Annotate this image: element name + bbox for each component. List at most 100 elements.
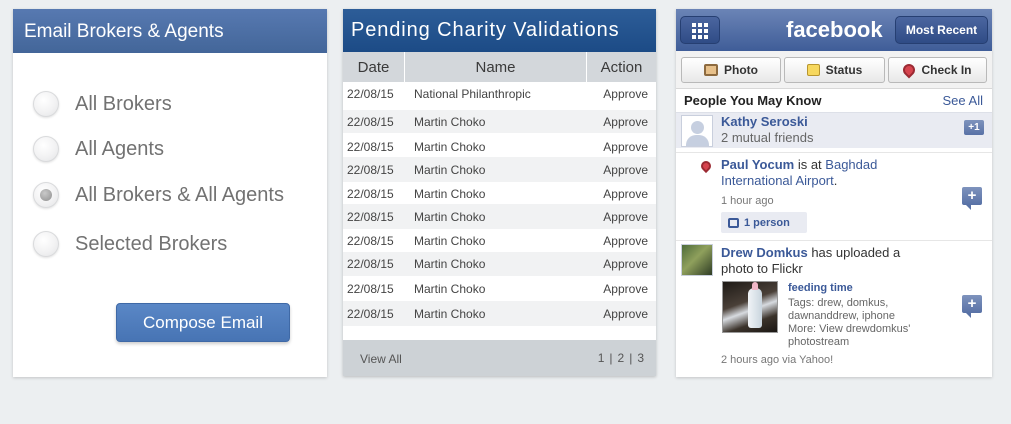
actor-name[interactable]: Paul Yocum — [721, 157, 794, 172]
facebook-panel: facebook Most Recent Photo Status Check … — [676, 9, 992, 377]
grid-menu-icon[interactable] — [680, 16, 720, 44]
add-friend-button[interactable]: +1 — [964, 120, 984, 135]
option-label: All Agents — [75, 137, 164, 160]
option-all-brokers-and-agents[interactable]: All Brokers & All Agents — [33, 182, 284, 208]
feed-story-checkin: Paul Yocum is at Baghdad International A… — [676, 152, 992, 240]
photo-label: Photo — [724, 63, 758, 77]
compose-email-button[interactable]: Compose Email — [116, 303, 290, 342]
row-date: 22/08/15 — [347, 187, 394, 201]
bottle-image — [748, 282, 762, 328]
approve-link[interactable]: Approve — [603, 87, 648, 101]
option-label: All Brokers & All Agents — [75, 183, 284, 206]
check-in-button[interactable]: Check In — [888, 57, 987, 83]
location-pin-icon — [900, 61, 918, 79]
row-name: Martin Choko — [414, 281, 486, 296]
row-name: Martin Choko — [414, 139, 486, 154]
row-name: Martin Choko — [414, 187, 486, 201]
row-name: Martin Choko — [414, 233, 486, 248]
table-header: Date Name Action — [343, 52, 656, 82]
story-text: Paul Yocum is at Baghdad International A… — [721, 157, 936, 189]
most-recent-button[interactable]: Most Recent — [895, 16, 988, 44]
story-text: Drew Domkus has uploaded a photo to Flic… — [721, 245, 931, 277]
facebook-logo: facebook — [786, 17, 883, 42]
option-label: All Brokers — [75, 92, 172, 115]
option-selected-brokers[interactable]: Selected Brokers — [33, 231, 227, 257]
pending-charity-panel: Pending Charity Validations Date Name Ac… — [343, 9, 656, 376]
check-in-label: Check In — [921, 63, 972, 77]
attachment-title[interactable]: feeding time — [788, 282, 853, 294]
table-row: 22/08/15 National Philanthropic Approve — [343, 82, 656, 105]
column-header-name[interactable]: Name — [405, 52, 587, 82]
comment-add-button[interactable]: + — [962, 295, 982, 318]
see-all-link[interactable]: See All — [943, 93, 983, 108]
radio-button[interactable] — [33, 91, 59, 117]
thumbs-up-icon — [728, 217, 739, 228]
table-row: 22/08/15 Martin Choko Approve — [343, 252, 656, 276]
actor-name[interactable]: Drew Domkus — [721, 245, 808, 260]
photo-button[interactable]: Photo — [681, 57, 781, 83]
likes-count: 1 person — [744, 216, 790, 229]
row-date: 22/08/15 — [347, 233, 394, 248]
pagination: 1 | 2 | 3 — [598, 351, 644, 365]
row-date: 22/08/15 — [347, 281, 394, 296]
attachment-more: More: View drewdomkus' photostream — [788, 323, 911, 348]
attachment-tags: Tags: drew, domkus, dawnanddrew, iphone — [788, 297, 896, 322]
page-3-link[interactable]: 3 — [637, 351, 644, 365]
avatar[interactable] — [681, 115, 713, 147]
approve-link[interactable]: Approve — [603, 163, 648, 177]
friend-name[interactable]: Kathy Seroski — [721, 114, 808, 129]
approve-link[interactable]: Approve — [603, 115, 648, 129]
table-row: 22/08/15 Martin Choko Approve — [343, 110, 656, 133]
publisher-bar: Photo Status Check In — [676, 51, 992, 89]
radio-button[interactable] — [33, 231, 59, 257]
approve-link[interactable]: Approve — [603, 234, 648, 248]
table-footer: View All 1 | 2 | 3 — [343, 340, 656, 376]
radio-button[interactable] — [33, 136, 59, 162]
story-verb: is at — [794, 157, 826, 172]
feed-story-photo: Drew Domkus has uploaded a photo to Flic… — [676, 240, 992, 377]
approve-link[interactable]: Approve — [603, 140, 648, 154]
table-row: 22/08/15 Martin Choko Approve — [343, 157, 656, 182]
row-date: 22/08/15 — [347, 86, 394, 101]
view-all-link[interactable]: View All — [360, 352, 402, 366]
row-name: Martin Choko — [414, 209, 486, 224]
approve-link[interactable]: Approve — [603, 282, 648, 296]
row-date: 22/08/15 — [347, 114, 394, 129]
likes-pill[interactable]: 1 person — [721, 212, 807, 233]
approve-link[interactable]: Approve — [603, 187, 648, 201]
row-date: 22/08/15 — [347, 162, 394, 177]
camera-icon — [704, 64, 718, 76]
option-label: Selected Brokers — [75, 232, 228, 255]
timestamp: 1 hour ago — [721, 195, 774, 207]
story-punct: . — [833, 173, 838, 188]
option-all-agents[interactable]: All Agents — [33, 136, 164, 162]
page-2-link[interactable]: 2 — [618, 351, 625, 365]
page-separator: | — [609, 351, 613, 365]
row-name: Martin Choko — [414, 162, 486, 177]
option-all-brokers[interactable]: All Brokers — [33, 91, 172, 117]
friend-suggestion[interactable]: Kathy Seroski 2 mutual friends +1 — [676, 112, 992, 148]
status-button[interactable]: Status — [784, 57, 885, 83]
approve-link[interactable]: Approve — [603, 307, 648, 321]
approve-link[interactable]: Approve — [603, 257, 648, 271]
radio-button-checked[interactable] — [33, 182, 59, 208]
column-header-date[interactable]: Date — [343, 52, 405, 82]
avatar[interactable] — [681, 244, 713, 276]
row-date: 22/08/15 — [347, 209, 394, 224]
location-pin-icon — [698, 158, 714, 174]
table-row: 22/08/15 Martin Choko Approve — [343, 183, 656, 205]
comment-add-button[interactable]: + — [962, 187, 982, 210]
column-header-action[interactable]: Action — [587, 52, 656, 82]
table-row: 22/08/15 Martin Choko Approve — [343, 229, 656, 252]
status-label: Status — [825, 63, 863, 77]
panel-title: Pending Charity Validations — [343, 9, 656, 52]
email-brokers-panel: Email Brokers & Agents All Brokers All A… — [13, 9, 327, 377]
row-name: Martin Choko — [414, 257, 486, 271]
row-date: 22/08/15 — [347, 257, 394, 271]
photo-thumbnail[interactable] — [722, 281, 778, 333]
people-you-may-know-header: People You May Know See All — [676, 89, 992, 112]
page-1-link[interactable]: 1 — [598, 351, 605, 365]
row-date: 22/08/15 — [347, 306, 394, 321]
approve-link[interactable]: Approve — [603, 210, 648, 224]
table-row: 22/08/15 Martin Choko Approve — [343, 204, 656, 229]
